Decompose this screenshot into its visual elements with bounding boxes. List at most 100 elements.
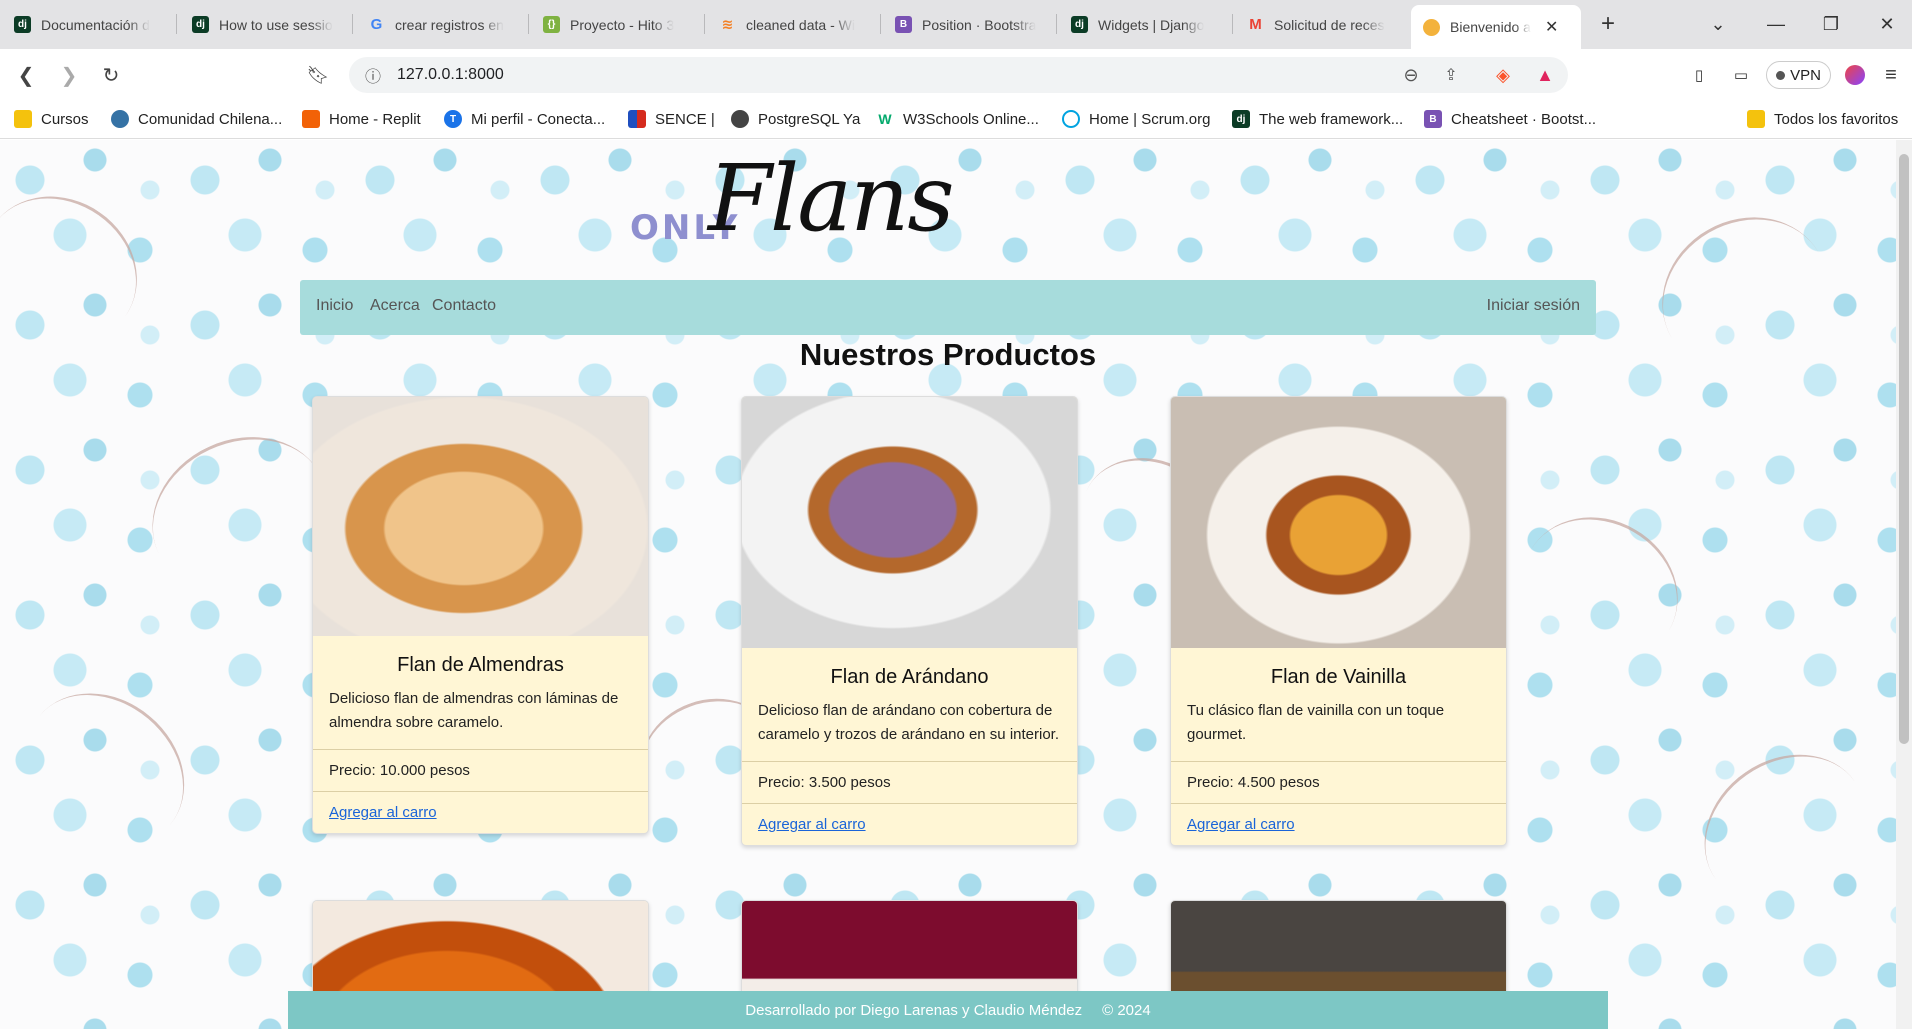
nav-link-acerca[interactable]: Acerca [370, 297, 420, 315]
django-icon: dj [1232, 110, 1250, 128]
replit-icon [302, 110, 320, 128]
site-logo[interactable]: ONLY Flans [630, 145, 1010, 252]
site-navbar: Inicio Acerca Contacto Iniciar sesión [300, 280, 1596, 335]
django-icon: dj [14, 16, 31, 33]
nav-link-contacto[interactable]: Contacto [432, 297, 496, 315]
share-icon[interactable]: ⇪ [1439, 63, 1463, 87]
bookmark-item[interactable]: dj The web framework... [1232, 110, 1403, 128]
close-icon[interactable]: ✕ [1545, 17, 1558, 37]
add-to-cart-link[interactable]: Agregar al carro [1187, 816, 1295, 833]
nav-link-inicio[interactable]: Inicio [316, 297, 353, 315]
product-image [1171, 397, 1506, 648]
window-close-icon[interactable]: ✕ [1873, 10, 1901, 38]
browser-tab[interactable]: B Position · Bootstra [895, 8, 1045, 41]
page-viewport: ONLY Flans Inicio Acerca Contacto Inicia… [0, 140, 1912, 1029]
sidebar-icon[interactable]: ▯ [1684, 59, 1714, 91]
sence-icon [628, 110, 646, 128]
footer-year: © 2024 [1102, 1001, 1151, 1019]
browser-tab-bar: dj Documentación d dj How to use sessio … [0, 0, 1912, 49]
bookmark-icon[interactable]: 🔖︎ [304, 61, 332, 89]
page-title: Nuestros Productos [799, 337, 1097, 372]
forward-icon[interactable]: ❯ [55, 61, 83, 89]
hito-icon: {} [543, 16, 560, 33]
bookmark-item[interactable]: T Mi perfil - Conecta... [444, 110, 605, 128]
google-icon: G [370, 16, 383, 33]
page-scrollbar[interactable] [1896, 140, 1912, 1029]
site-info-icon[interactable]: ⓘ [361, 63, 385, 87]
w3schools-icon: W [878, 111, 892, 127]
bookmark-item[interactable]: Home - Replit [302, 110, 421, 128]
profile-icon[interactable] [1843, 59, 1867, 91]
product-price: Precio: 3.500 pesos [742, 761, 1077, 803]
bookmark-item[interactable]: Home | Scrum.org [1062, 110, 1210, 128]
site-footer: Desarrollado por Diego Larenas y Claudio… [288, 991, 1608, 1029]
product-card: Flan de Almendras Delicioso flan de alme… [312, 396, 649, 834]
all-bookmarks[interactable]: Todos los favoritos [1747, 110, 1898, 128]
product-description: Tu clásico flan de vainilla con un toque… [1187, 702, 1445, 743]
reload-icon[interactable]: ↻ [97, 61, 125, 89]
gmail-icon: M [1249, 16, 1262, 33]
flan-icon [1423, 18, 1440, 36]
browser-tab[interactable]: {} Proyecto - Hito 3 [543, 8, 693, 41]
vpn-status-icon [1776, 70, 1786, 80]
browser-tab[interactable]: ≋ cleaned data - Wi [719, 8, 869, 41]
back-icon[interactable]: ❮ [12, 61, 40, 89]
bookmark-item[interactable]: Comunidad Chilena... [111, 110, 282, 128]
address-bar[interactable]: ⓘ 127.0.0.1:8000 ⊖ ⇪ ◈ ▲ [349, 57, 1568, 93]
product-title: Flan de Vainilla [1270, 666, 1407, 688]
brave-rewards-icon[interactable]: ▲ [1533, 63, 1557, 87]
add-to-cart-row: Agregar al carro [1171, 803, 1506, 845]
python-icon [111, 110, 129, 128]
add-to-cart-row: Agregar al carro [742, 803, 1077, 845]
scrollbar-thumb[interactable] [1899, 154, 1909, 744]
browser-tab-active[interactable]: Bienvenido a ✕ [1411, 5, 1581, 49]
bookmark-item[interactable]: SENCE | [628, 110, 715, 128]
product-image [313, 397, 648, 636]
product-card: Flan de Arándano Delicioso flan de aránd… [741, 396, 1078, 846]
folder-icon [14, 110, 32, 128]
product-description: Delicioso flan de arándano con cobertura… [758, 702, 1060, 743]
product-price: Precio: 4.500 pesos [1171, 761, 1506, 803]
vpn-button[interactable]: VPN [1766, 61, 1831, 89]
product-title: Flan de Arándano [830, 666, 989, 688]
globe-icon [731, 110, 749, 128]
bookmark-item[interactable]: B Cheatsheet · Bootst... [1424, 110, 1596, 128]
browser-tab[interactable]: dj Documentación d [14, 8, 164, 41]
bookmark-item[interactable]: Cursos [14, 110, 89, 128]
tab-search-icon[interactable]: ⌄ [1704, 10, 1732, 38]
add-to-cart-link[interactable]: Agregar al carro [758, 816, 866, 833]
product-description: Delicioso flan de almendras con láminas … [329, 690, 619, 731]
browser-tab[interactable]: M Solicitud de reces [1247, 8, 1397, 41]
maximize-icon[interactable]: ❐ [1817, 10, 1845, 38]
add-to-cart-row: Agregar al carro [313, 791, 648, 833]
product-title: Flan de Almendras [397, 654, 564, 676]
menu-icon[interactable]: ≡ [1876, 59, 1906, 91]
browser-toolbar: ❮ ❯ ↻ 🔖︎ ⓘ 127.0.0.1:8000 ⊖ ⇪ ◈ ▲ ▯ ▭ VP… [0, 49, 1912, 101]
new-tab-button[interactable]: + [1594, 10, 1622, 38]
minimize-icon[interactable]: — [1762, 10, 1790, 38]
browser-tab[interactable]: G crear registros en [368, 8, 518, 41]
bootstrap-icon: B [1424, 110, 1442, 128]
bookmark-item[interactable]: PostgreSQL Ya [731, 110, 860, 128]
product-image [742, 397, 1077, 648]
bookmark-item[interactable]: W W3Schools Online... [876, 110, 1039, 128]
django-icon: dj [1071, 16, 1088, 33]
conecta-icon: T [444, 110, 462, 128]
product-card: Flan de Vainilla Tu clásico flan de vain… [1170, 396, 1507, 846]
browser-tab[interactable]: dj How to use sessio [192, 8, 342, 41]
bookmarks-bar: Cursos Comunidad Chilena... Home - Repli… [0, 101, 1912, 139]
product-price: Precio: 10.000 pesos [313, 749, 648, 791]
brave-shield-icon[interactable]: ◈ [1491, 63, 1515, 87]
bootstrap-icon: B [895, 16, 912, 33]
folder-icon [1747, 110, 1765, 128]
scrum-icon [1062, 110, 1080, 128]
login-link[interactable]: Iniciar sesión [1487, 297, 1580, 315]
footer-credits: Desarrollado por Diego Larenas y Claudio… [745, 1001, 1083, 1019]
url-text[interactable]: 127.0.0.1:8000 [397, 66, 504, 84]
browser-tab[interactable]: dj Widgets | Django [1071, 8, 1221, 41]
zoom-icon[interactable]: ⊖ [1399, 63, 1423, 87]
add-to-cart-link[interactable]: Agregar al carro [329, 804, 437, 821]
django-icon: dj [192, 16, 209, 33]
stack-icon: ≋ [721, 16, 734, 32]
wallet-icon[interactable]: ▭ [1726, 59, 1756, 91]
